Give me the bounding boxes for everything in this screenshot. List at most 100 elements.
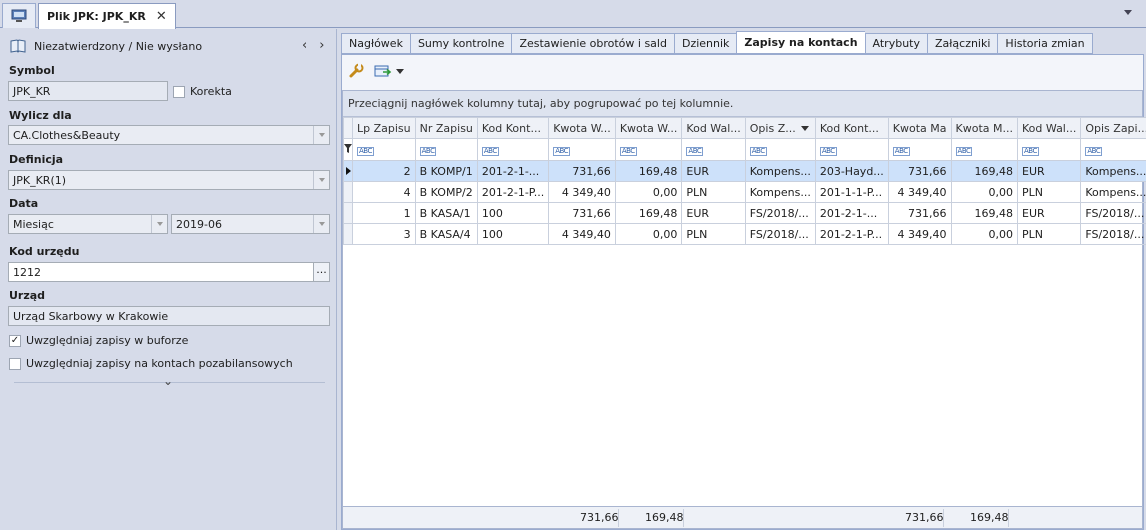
wrench-icon[interactable] [348, 63, 364, 79]
column-header-2[interactable]: Kod Kont... [476, 117, 550, 139]
table-cell[interactable]: B KASA/4 [414, 223, 478, 245]
korekta-checkbox[interactable]: Korekta [173, 85, 232, 98]
table-cell[interactable]: 4 349,40 [548, 223, 616, 245]
column-header-5[interactable]: Kod Wal... [681, 117, 746, 139]
table-cell[interactable]: 201-1-1-P... [814, 181, 889, 203]
table-cell[interactable]: 100 [476, 223, 550, 245]
filter-cell-1[interactable]: ABC [414, 138, 478, 161]
chevron-down-icon[interactable] [313, 171, 329, 189]
period-value-select[interactable]: 2019-06 [171, 214, 330, 234]
table-cell[interactable]: 1 [352, 202, 416, 224]
column-header-4[interactable]: Kwota W... [614, 117, 683, 139]
table-cell[interactable]: 731,66 [887, 202, 952, 224]
table-row[interactable]: 2B KOMP/1 201-2-1-... 731,66 169,48 EUR Kompe… [343, 160, 1146, 182]
kod-urzedu-lookup-button[interactable]: ··· [313, 262, 330, 282]
table-cell[interactable]: Kompens... [1080, 160, 1146, 182]
filter-cell-4[interactable]: ABC [614, 138, 683, 161]
column-header-9[interactable]: Kwota M... [950, 117, 1019, 139]
table-cell[interactable]: EUR [1017, 160, 1082, 182]
table-cell[interactable]: B KOMP/1 [414, 160, 478, 182]
table-cell[interactable]: PLN [681, 223, 746, 245]
table-row[interactable]: 3B KASA/4 100 4 349,40 0,00 PLN FS/2018/... 20… [343, 223, 1146, 245]
filter-cell-9[interactable]: ABC [950, 138, 1019, 161]
table-cell[interactable]: FS/2018/... [1080, 223, 1146, 245]
table-cell[interactable]: EUR [681, 202, 746, 224]
table-row[interactable]: 1B KASA/1 100 731,66 169,48 EUR FS/2018/... 20… [343, 202, 1146, 224]
chevron-down-icon[interactable] [151, 215, 167, 233]
table-cell[interactable]: 0,00 [614, 181, 683, 203]
table-cell[interactable]: 731,66 [548, 202, 616, 224]
tab-0[interactable]: Nagłówek [341, 33, 410, 54]
korekta-box[interactable] [173, 85, 185, 98]
tab-4[interactable]: Zapisy na kontach [736, 31, 865, 54]
bufor-box[interactable]: ✓ [9, 334, 21, 347]
pozabilansowe-box[interactable] [9, 357, 21, 370]
table-cell[interactable]: 201-2-1-P... [476, 181, 550, 203]
table-cell[interactable]: PLN [1017, 223, 1082, 245]
table-cell[interactable]: EUR [1017, 202, 1082, 224]
column-header-1[interactable]: Nr Zapisu [414, 117, 478, 139]
row-indicator[interactable] [343, 202, 353, 224]
filter-cell-3[interactable]: ABC [548, 138, 616, 161]
filter-cell-11[interactable]: ABC [1080, 138, 1146, 161]
kod-urzedu-field[interactable]: 1212 [8, 262, 314, 282]
row-indicator[interactable] [343, 160, 353, 182]
tab-3[interactable]: Dziennik [673, 33, 737, 54]
column-header-10[interactable]: Kod Wal... [1017, 117, 1082, 139]
column-header-8[interactable]: Kwota Ma [887, 117, 952, 139]
table-cell[interactable]: FS/2018/... [744, 223, 816, 245]
pozabilansowe-checkbox[interactable]: Uwzględniaj zapisy na kontach pozabilans… [9, 357, 293, 370]
table-row[interactable]: 4B KOMP/2 201-2-1-P... 4 349,40 0,00 PLN Komp… [343, 181, 1146, 203]
filter-icon[interactable] [343, 138, 353, 161]
table-cell[interactable]: 3 [352, 223, 416, 245]
filter-cell-8[interactable]: ABC [887, 138, 952, 161]
column-header-3[interactable]: Kwota W... [548, 117, 616, 139]
table-cell[interactable]: 0,00 [950, 181, 1019, 203]
column-header-11[interactable]: Opis Zapi... [1080, 117, 1146, 139]
column-header-7[interactable]: Kod Kont... [814, 117, 889, 139]
table-cell[interactable]: 201-2-1-... [814, 202, 889, 224]
close-icon[interactable]: ✕ [156, 9, 167, 24]
table-cell[interactable]: 100 [476, 202, 550, 224]
symbol-field[interactable]: JPK_KR [8, 81, 168, 101]
tab-2[interactable]: Zestawienie obrotów i sald [511, 33, 674, 54]
filter-cell-7[interactable]: ABC [814, 138, 889, 161]
table-cell[interactable]: Kompens... [744, 160, 816, 182]
table-cell[interactable]: 169,48 [950, 160, 1019, 182]
bufor-checkbox[interactable]: ✓ Uwzględniaj zapisy w buforze [9, 334, 188, 347]
table-cell[interactable]: 201-2-1-P... [814, 223, 889, 245]
table-cell[interactable]: 169,48 [614, 160, 683, 182]
table-cell[interactable]: 4 349,40 [887, 181, 952, 203]
table-cell[interactable]: PLN [681, 181, 746, 203]
table-cell[interactable]: Kompens... [744, 181, 816, 203]
filter-cell-0[interactable]: ABC [352, 138, 416, 161]
chevron-down-icon[interactable] [313, 215, 329, 233]
tab-6[interactable]: Załączniki [927, 33, 998, 54]
table-cell[interactable]: 4 [352, 181, 416, 203]
chevron-down-icon[interactable] [313, 126, 329, 144]
table-cell[interactable]: Kompens... [1080, 181, 1146, 203]
table-cell[interactable]: 4 349,40 [548, 181, 616, 203]
table-cell[interactable]: EUR [681, 160, 746, 182]
table-cell[interactable]: 169,48 [950, 202, 1019, 224]
table-cell[interactable]: 0,00 [614, 223, 683, 245]
collapse-chevron-icon[interactable]: ⌄ [163, 374, 173, 388]
table-cell[interactable]: 203-Hayd... [814, 160, 889, 182]
tab-list-dropdown-icon[interactable] [1124, 10, 1132, 15]
table-cell[interactable]: 2 [352, 160, 416, 182]
wylicz-select[interactable]: CA.Clothes&Beauty [8, 125, 330, 145]
period-type-select[interactable]: Miesiąc [8, 214, 168, 234]
table-cell[interactable]: B KOMP/2 [414, 181, 478, 203]
table-cell[interactable]: FS/2018/... [1080, 202, 1146, 224]
previous-record-button[interactable]: ‹ [302, 38, 307, 53]
table-cell[interactable]: 731,66 [548, 160, 616, 182]
urzad-field[interactable]: Urząd Skarbowy w Krakowie [8, 306, 330, 326]
group-by-hint[interactable]: Przeciągnij nagłówek kolumny tutaj, aby … [343, 91, 1142, 117]
export-dropdown-icon[interactable] [396, 68, 404, 74]
row-indicator[interactable] [343, 223, 353, 245]
table-cell[interactable]: 169,48 [614, 202, 683, 224]
table-cell[interactable]: PLN [1017, 181, 1082, 203]
export-grid-icon[interactable] [374, 63, 392, 79]
tab-5[interactable]: Atrybuty [864, 33, 927, 54]
row-indicator[interactable] [343, 181, 353, 203]
